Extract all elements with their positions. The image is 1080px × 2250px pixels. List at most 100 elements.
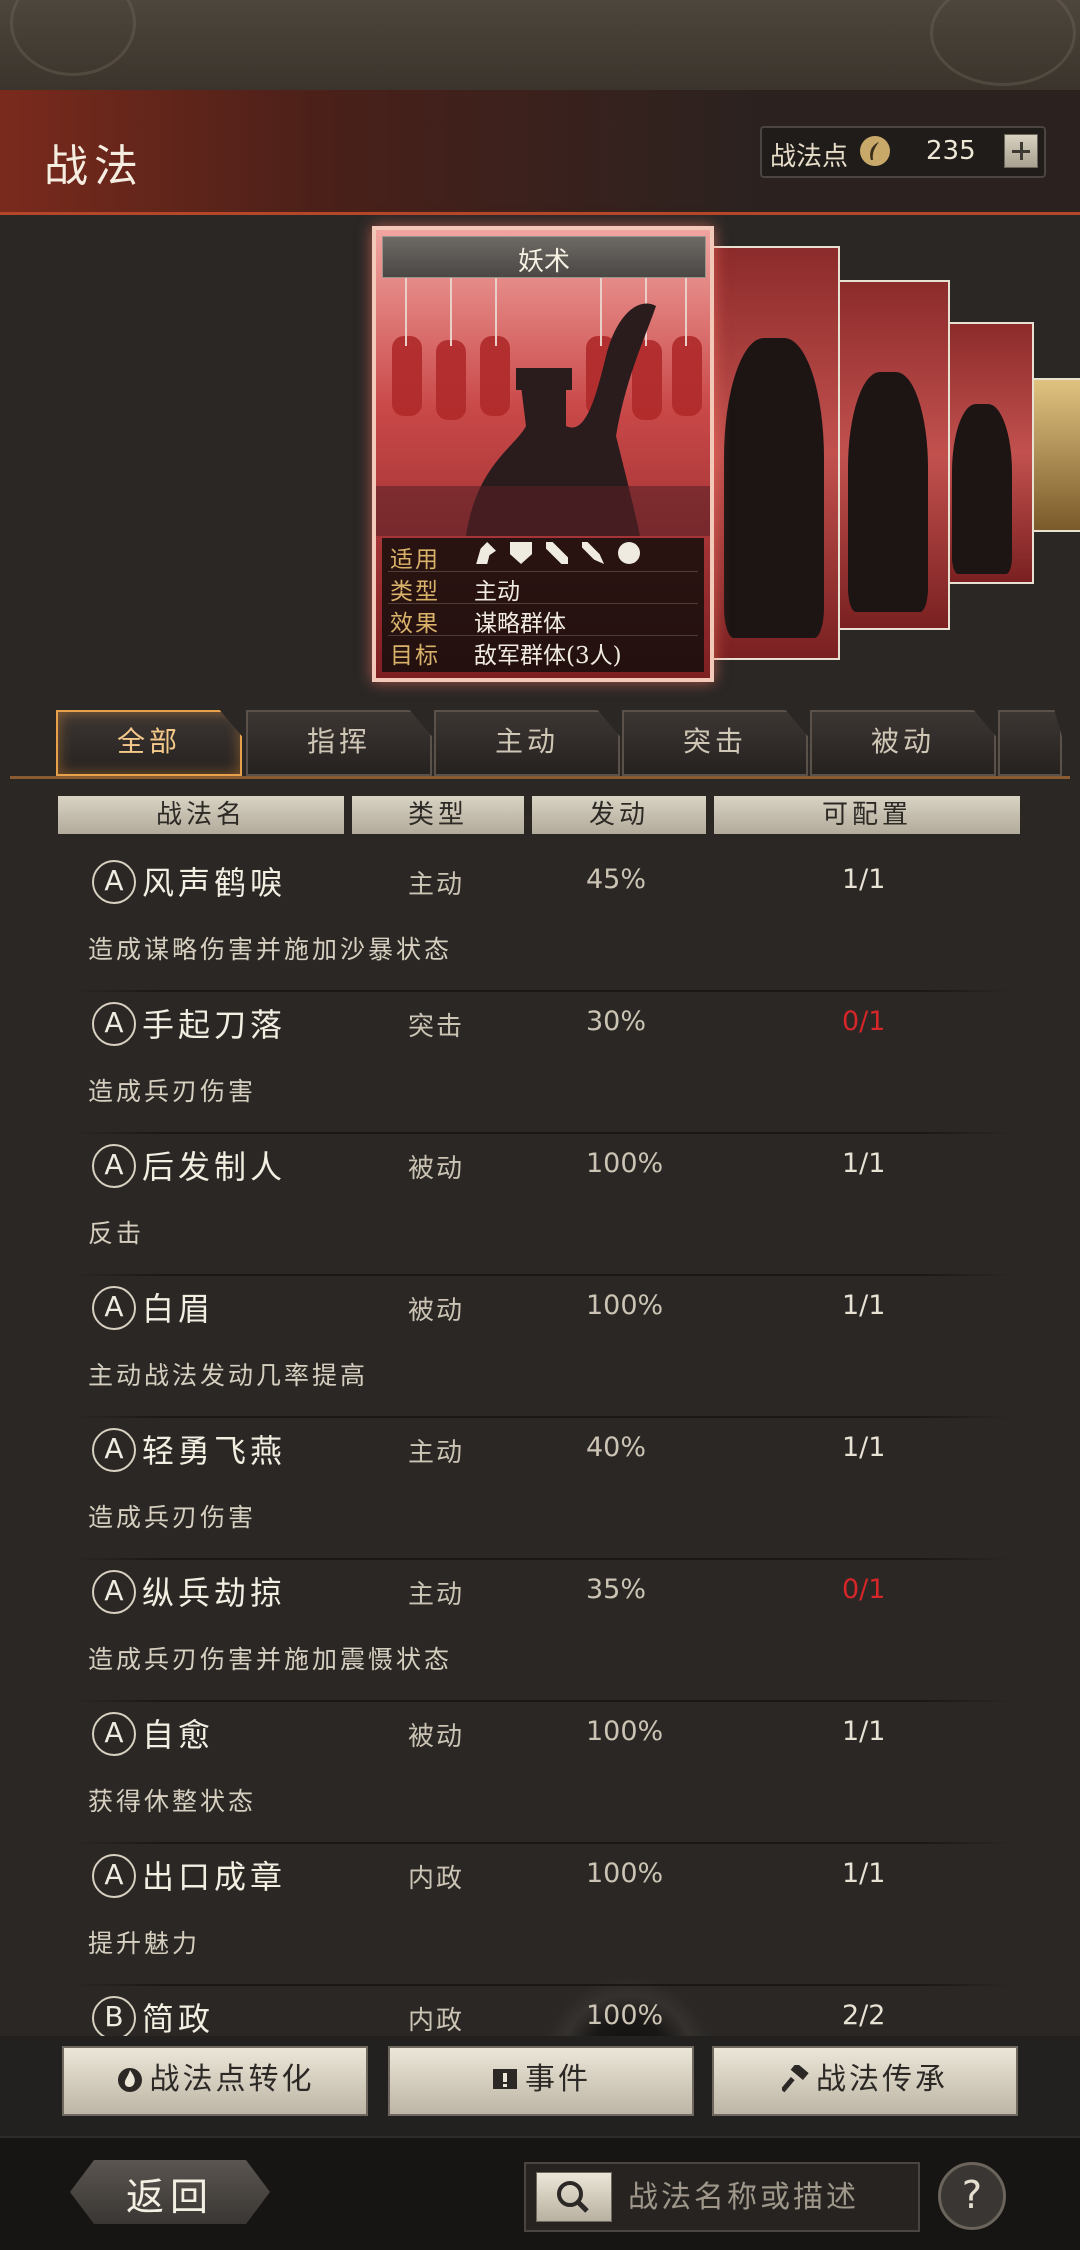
- skill-config: 0/1: [842, 1574, 886, 1605]
- event-button[interactable]: 事件: [388, 2046, 694, 2116]
- card-info-effect: 效果 谋略群体: [388, 604, 698, 637]
- inherit-button[interactable]: 战法传承: [712, 2046, 1018, 2116]
- skill-row[interactable]: A 自愈 被动 100% 1/1 获得休整状态: [72, 1702, 1012, 1844]
- tab-command[interactable]: 指挥: [246, 710, 432, 776]
- tactic-card-back-1[interactable]: [708, 246, 840, 660]
- shield-icon: [510, 542, 532, 564]
- card-info-type: 类型 主动: [388, 572, 698, 605]
- card-info-target: 目标 敌军群体(3人): [388, 636, 698, 669]
- skill-rate: 100%: [586, 1290, 664, 1321]
- tactic-card-art: [376, 276, 710, 536]
- search-input[interactable]: [626, 2174, 910, 2220]
- skill-rate: 100%: [586, 2000, 664, 2031]
- skill-description: 造成兵刃伤害: [88, 1077, 257, 1106]
- grade-badge: A: [92, 1570, 136, 1614]
- grade-badge: A: [92, 1286, 136, 1330]
- skill-row[interactable]: A 出口成章 内政 100% 1/1 提升魅力: [72, 1844, 1012, 1986]
- skill-config: 1/1: [842, 1858, 886, 1889]
- card-info-value: 敌军群体(3人): [474, 643, 622, 669]
- search-box: [524, 2162, 920, 2232]
- skill-row[interactable]: A 轻勇飞燕 主动 40% 1/1 造成兵刃伤害: [72, 1418, 1012, 1560]
- skill-type: 突击: [408, 1012, 465, 1042]
- tab-passive[interactable]: 被动: [810, 710, 996, 776]
- column-header-rate[interactable]: 发动: [532, 796, 706, 834]
- convert-points-button[interactable]: 战法点转化: [62, 2046, 368, 2116]
- tactic-card-selected[interactable]: 妖术 适用 类型 主动 效果 谋略群体 目标 敌军群体(3人): [372, 226, 714, 682]
- skill-rate: 45%: [586, 864, 647, 895]
- tactic-card-back-4[interactable]: [1030, 378, 1080, 532]
- grade-badge: A: [92, 1712, 136, 1756]
- tab-active[interactable]: 主动: [434, 710, 620, 776]
- card-info-key: 适用: [390, 547, 440, 573]
- skill-description: 造成兵刃伤害并施加震慑状态: [88, 1645, 453, 1674]
- tactic-points-box: 战法点 235: [760, 126, 1046, 178]
- flame-icon: [116, 2052, 144, 2092]
- skill-type: 主动: [408, 1580, 465, 1610]
- grade-badge: A: [92, 860, 136, 904]
- skill-rate: 100%: [586, 1858, 664, 1889]
- skill-description: 提升魅力: [88, 1929, 201, 1958]
- card-info-applicable: 适用: [388, 540, 698, 573]
- skill-config: 1/1: [842, 864, 886, 895]
- skill-rate: 35%: [586, 1574, 647, 1605]
- skill-name: 后发制人: [142, 1148, 287, 1186]
- bow-icon: [546, 542, 568, 564]
- skill-row[interactable]: A 后发制人 被动 100% 1/1 反击: [72, 1134, 1012, 1276]
- skill-type: 主动: [408, 1438, 465, 1468]
- skill-type: 主动: [408, 870, 465, 900]
- skill-name: 纵兵劫掠: [142, 1574, 287, 1612]
- tab-all[interactable]: 全部: [56, 710, 242, 776]
- column-header-type[interactable]: 类型: [352, 796, 524, 834]
- help-button[interactable]: ?: [938, 2162, 1006, 2230]
- skill-name: 白眉: [142, 1290, 215, 1328]
- grade-badge: A: [92, 1854, 136, 1898]
- tab-more[interactable]: [998, 710, 1062, 776]
- search-button[interactable]: [536, 2172, 612, 2222]
- card-info-key: 目标: [390, 643, 440, 669]
- header-bar: 战法 战法点 235: [0, 90, 1080, 215]
- tactic-card-back-3[interactable]: [940, 322, 1034, 584]
- back-label: 返回: [125, 2175, 214, 2219]
- tabs-underline: [10, 776, 1070, 779]
- skill-config: 1/1: [842, 1432, 886, 1463]
- skill-name: 轻勇飞燕: [142, 1432, 287, 1470]
- add-points-button[interactable]: [1004, 134, 1038, 168]
- tab-assault[interactable]: 突击: [622, 710, 808, 776]
- skill-rate: 100%: [586, 1148, 664, 1179]
- applicable-icons: [474, 542, 654, 570]
- footer-bar: 返回 ?: [0, 2136, 1080, 2250]
- skill-type: 被动: [408, 1296, 465, 1326]
- quill-icon: [860, 136, 890, 166]
- tactic-points-label: 战法点: [770, 142, 849, 172]
- tactic-card-back-2[interactable]: [836, 280, 950, 630]
- event-label: 事件: [525, 2062, 591, 2097]
- action-bar: 战法点转化 事件 战法传承: [0, 2036, 1080, 2136]
- column-header-name[interactable]: 战法名: [58, 796, 344, 834]
- skill-description: 主动战法发动几率提高: [88, 1361, 369, 1390]
- skill-config: 1/1: [842, 1290, 886, 1321]
- skill-description: 获得休整状态: [88, 1787, 257, 1816]
- skill-rate: 100%: [586, 1716, 664, 1747]
- skill-row[interactable]: A 白眉 被动 100% 1/1 主动战法发动几率提高: [72, 1276, 1012, 1418]
- skill-row[interactable]: A 纵兵劫掠 主动 35% 0/1 造成兵刃伤害并施加震慑状态: [72, 1560, 1012, 1702]
- skill-row[interactable]: A 风声鹤唳 主动 45% 1/1 造成谋略伤害并施加沙暴状态: [72, 850, 1012, 992]
- column-header-config[interactable]: 可配置: [714, 796, 1020, 834]
- skill-row[interactable]: B 简政 内政 100% 2/2: [72, 1986, 1012, 2036]
- card-info-value: 主动: [474, 579, 520, 605]
- tactic-card-info: 适用 类型 主动 效果 谋略群体 目标 敌军群体(3人): [382, 538, 704, 672]
- top-decoration: [0, 0, 1080, 90]
- hammer-icon: [780, 2052, 810, 2093]
- tactic-card-name-bar: 妖术: [382, 236, 706, 278]
- back-button[interactable]: 返回: [70, 2160, 270, 2224]
- grade-badge: A: [92, 1428, 136, 1472]
- skill-list[interactable]: A 风声鹤唳 主动 45% 1/1 造成谋略伤害并施加沙暴状态 A 手起刀落 突击 30% 0/1 造…: [0, 850, 1080, 2036]
- skill-rate: 40%: [586, 1432, 647, 1463]
- category-tabs: 全部 指挥 主动 突击 被动: [0, 710, 1080, 782]
- page-title: 战法: [44, 141, 144, 192]
- skill-row[interactable]: A 手起刀落 突击 30% 0/1 造成兵刃伤害: [72, 992, 1012, 1134]
- skill-description: 反击: [88, 1219, 145, 1248]
- card-info-key: 类型: [390, 579, 440, 605]
- skill-config: 2/2: [842, 2000, 886, 2031]
- card-info-key: 效果: [390, 611, 440, 637]
- table-header: 战法名 类型 发动 可配置: [58, 796, 1020, 834]
